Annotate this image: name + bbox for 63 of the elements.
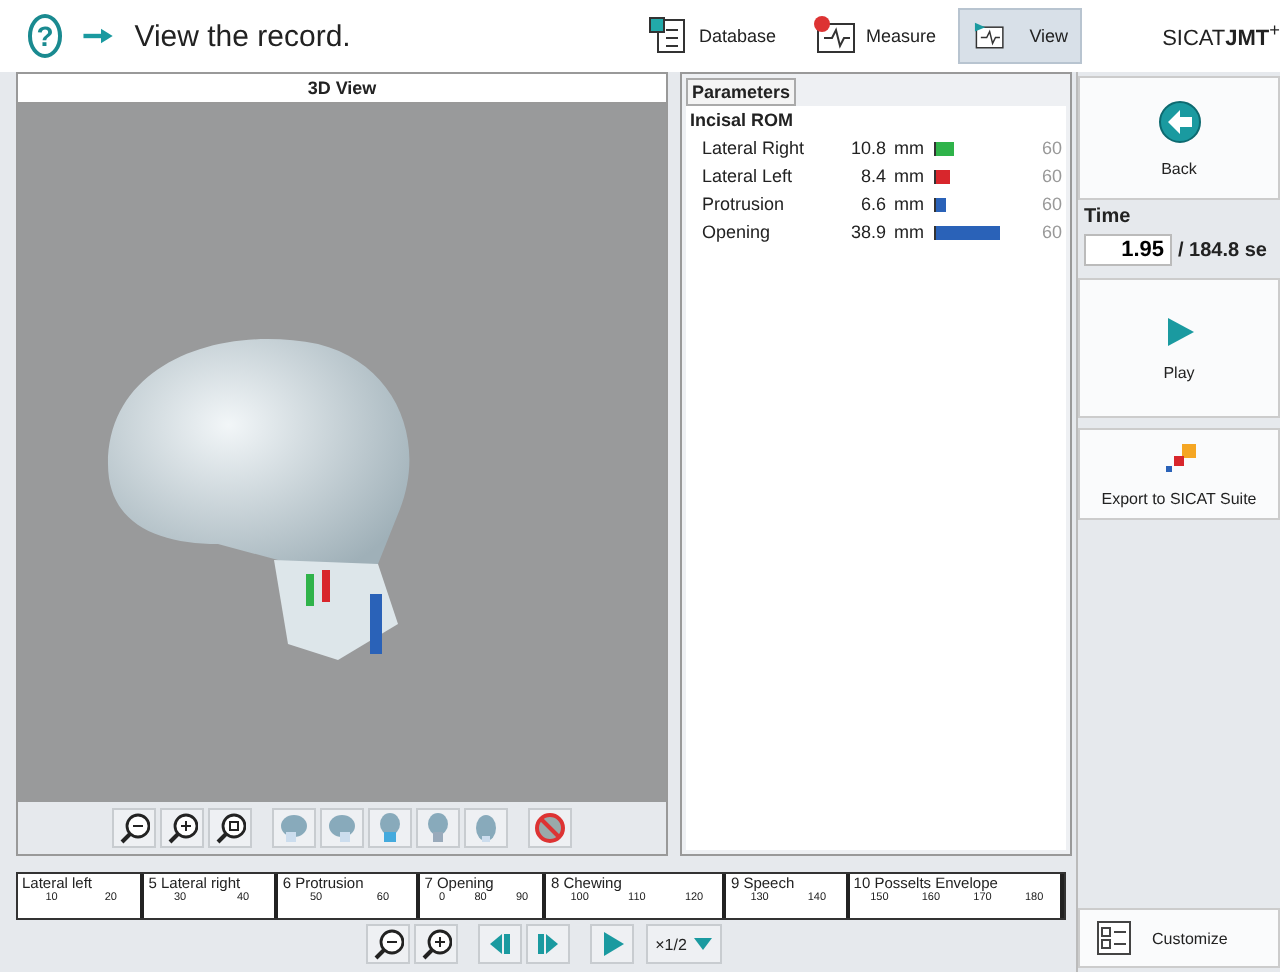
zoom-in-icon	[419, 928, 452, 960]
bar-maximum: 60	[1040, 194, 1063, 214]
bar-maximum: 60	[1040, 222, 1063, 242]
help-button[interactable]: ?	[28, 14, 63, 58]
parameter-name: Lateral Left	[700, 166, 795, 186]
database-mode-tab[interactable]: Database	[631, 8, 791, 64]
parameter-unit: mm	[892, 222, 927, 242]
skull-icon	[326, 812, 358, 844]
measure-icon	[812, 14, 861, 58]
skull-icon	[278, 812, 310, 844]
parameter-unit: mm	[892, 194, 927, 214]
skull-top-view-button[interactable]	[464, 808, 508, 848]
time-field[interactable]: 1.95	[1084, 234, 1172, 266]
caret-down-icon	[694, 938, 713, 950]
parameters-tab[interactable]: Parameters	[686, 78, 797, 106]
parameter-name: Protrusion	[700, 194, 787, 214]
export-button[interactable]: Export to SICAT Suite	[1078, 428, 1280, 520]
play-button[interactable]: Play	[1078, 278, 1280, 418]
parameter-unit: mm	[892, 166, 927, 186]
zoom-out-button[interactable]	[365, 924, 410, 964]
bar-maximum: 60	[1040, 138, 1063, 158]
customize-button[interactable]: Customize	[1078, 908, 1280, 968]
checklist-icon	[1096, 920, 1132, 956]
parameter-value: 8.4	[859, 166, 887, 186]
back-button[interactable]: Back	[1078, 76, 1280, 200]
parameter-value: 6.6	[859, 194, 887, 214]
view-mode-tab[interactable]: View	[958, 8, 1083, 64]
play-icon	[1163, 315, 1195, 347]
step-back-button[interactable]	[477, 924, 522, 964]
zoom-in-button[interactable]	[160, 808, 204, 848]
step-forward-button[interactable]	[525, 924, 570, 964]
measure-mode-tab[interactable]: Measure	[798, 8, 951, 64]
zoom-out-icon	[118, 812, 150, 844]
logo-text: SICATJMT$^{+}$	[1162, 20, 1280, 52]
zoom-in-button[interactable]	[413, 924, 458, 964]
arrow-right-icon	[82, 24, 115, 48]
hide-button[interactable]	[528, 808, 572, 848]
skull-icon	[374, 812, 406, 844]
zoom-fit-icon	[214, 812, 246, 844]
speed-dropdown[interactable]: ×1/2	[645, 924, 723, 964]
skull-left-view-button[interactable]	[272, 808, 316, 848]
panel-title: 3D View	[18, 74, 666, 104]
skull-icon	[470, 812, 502, 844]
skull-icon	[422, 812, 454, 844]
zoom-in-icon	[166, 812, 198, 844]
parameter-name: Opening	[700, 222, 773, 242]
play-button[interactable]	[589, 924, 634, 964]
parameter-unit: mm	[892, 138, 927, 158]
section-title: Incisal ROM	[690, 110, 796, 130]
total-time-text: / 184.8 se	[1178, 239, 1267, 261]
skull-right-view-button[interactable]	[320, 808, 364, 848]
zoom-out-icon	[371, 928, 404, 960]
zoom-fit-button[interactable]	[208, 808, 252, 848]
parameter-name: Lateral Right	[700, 138, 807, 158]
skull-back-view-button[interactable]	[416, 808, 460, 848]
instruction-text: View the record.	[134, 19, 353, 53]
squares-icon	[1161, 441, 1197, 473]
time-label: Time	[1082, 206, 1133, 228]
parameter-value: 38.9	[848, 222, 887, 242]
bar-maximum: 60	[1040, 166, 1063, 186]
zoom-out-button[interactable]	[112, 808, 156, 848]
skull-front-view-button[interactable]	[368, 808, 412, 848]
parameter-value: 10.8	[848, 138, 887, 158]
